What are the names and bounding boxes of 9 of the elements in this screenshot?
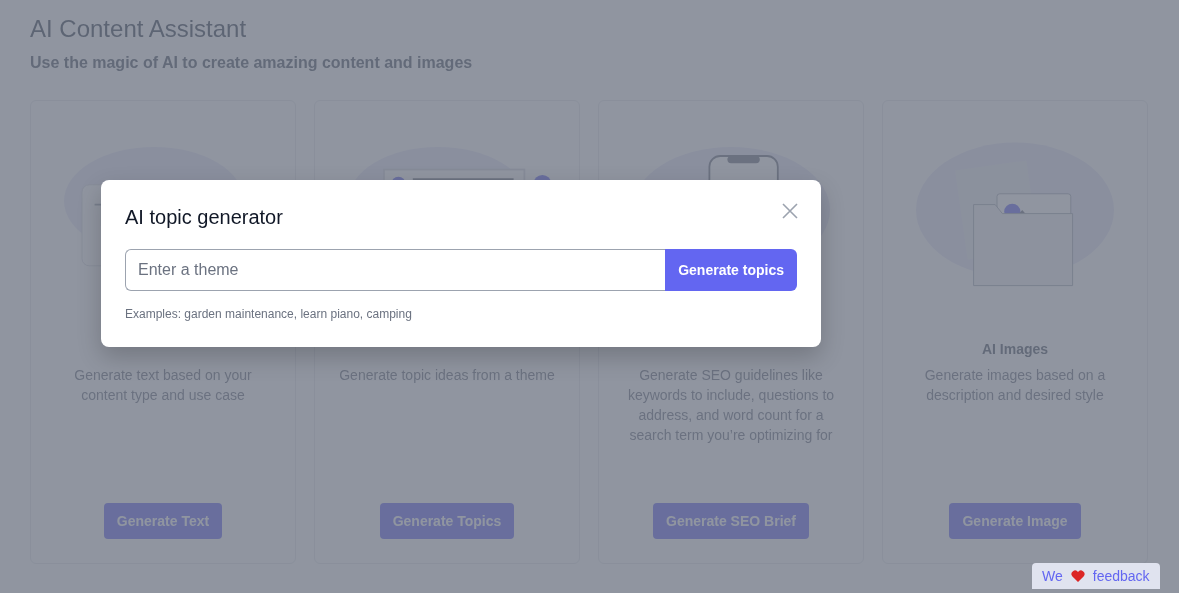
dialog-title: AI topic generator <box>125 206 283 229</box>
generate-topics-button[interactable]: Generate topics <box>665 249 797 291</box>
close-icon <box>782 203 798 219</box>
heart-icon <box>1070 570 1085 582</box>
feedback-label: feedback <box>1092 568 1150 584</box>
theme-input-field[interactable]: Enter a theme <box>125 249 666 291</box>
feedback-button[interactable]: We feedback <box>1032 563 1160 589</box>
feedback-label: We <box>1042 568 1063 584</box>
examples-hint: Examples: garden maintenance, learn piano, camping <box>125 307 413 321</box>
